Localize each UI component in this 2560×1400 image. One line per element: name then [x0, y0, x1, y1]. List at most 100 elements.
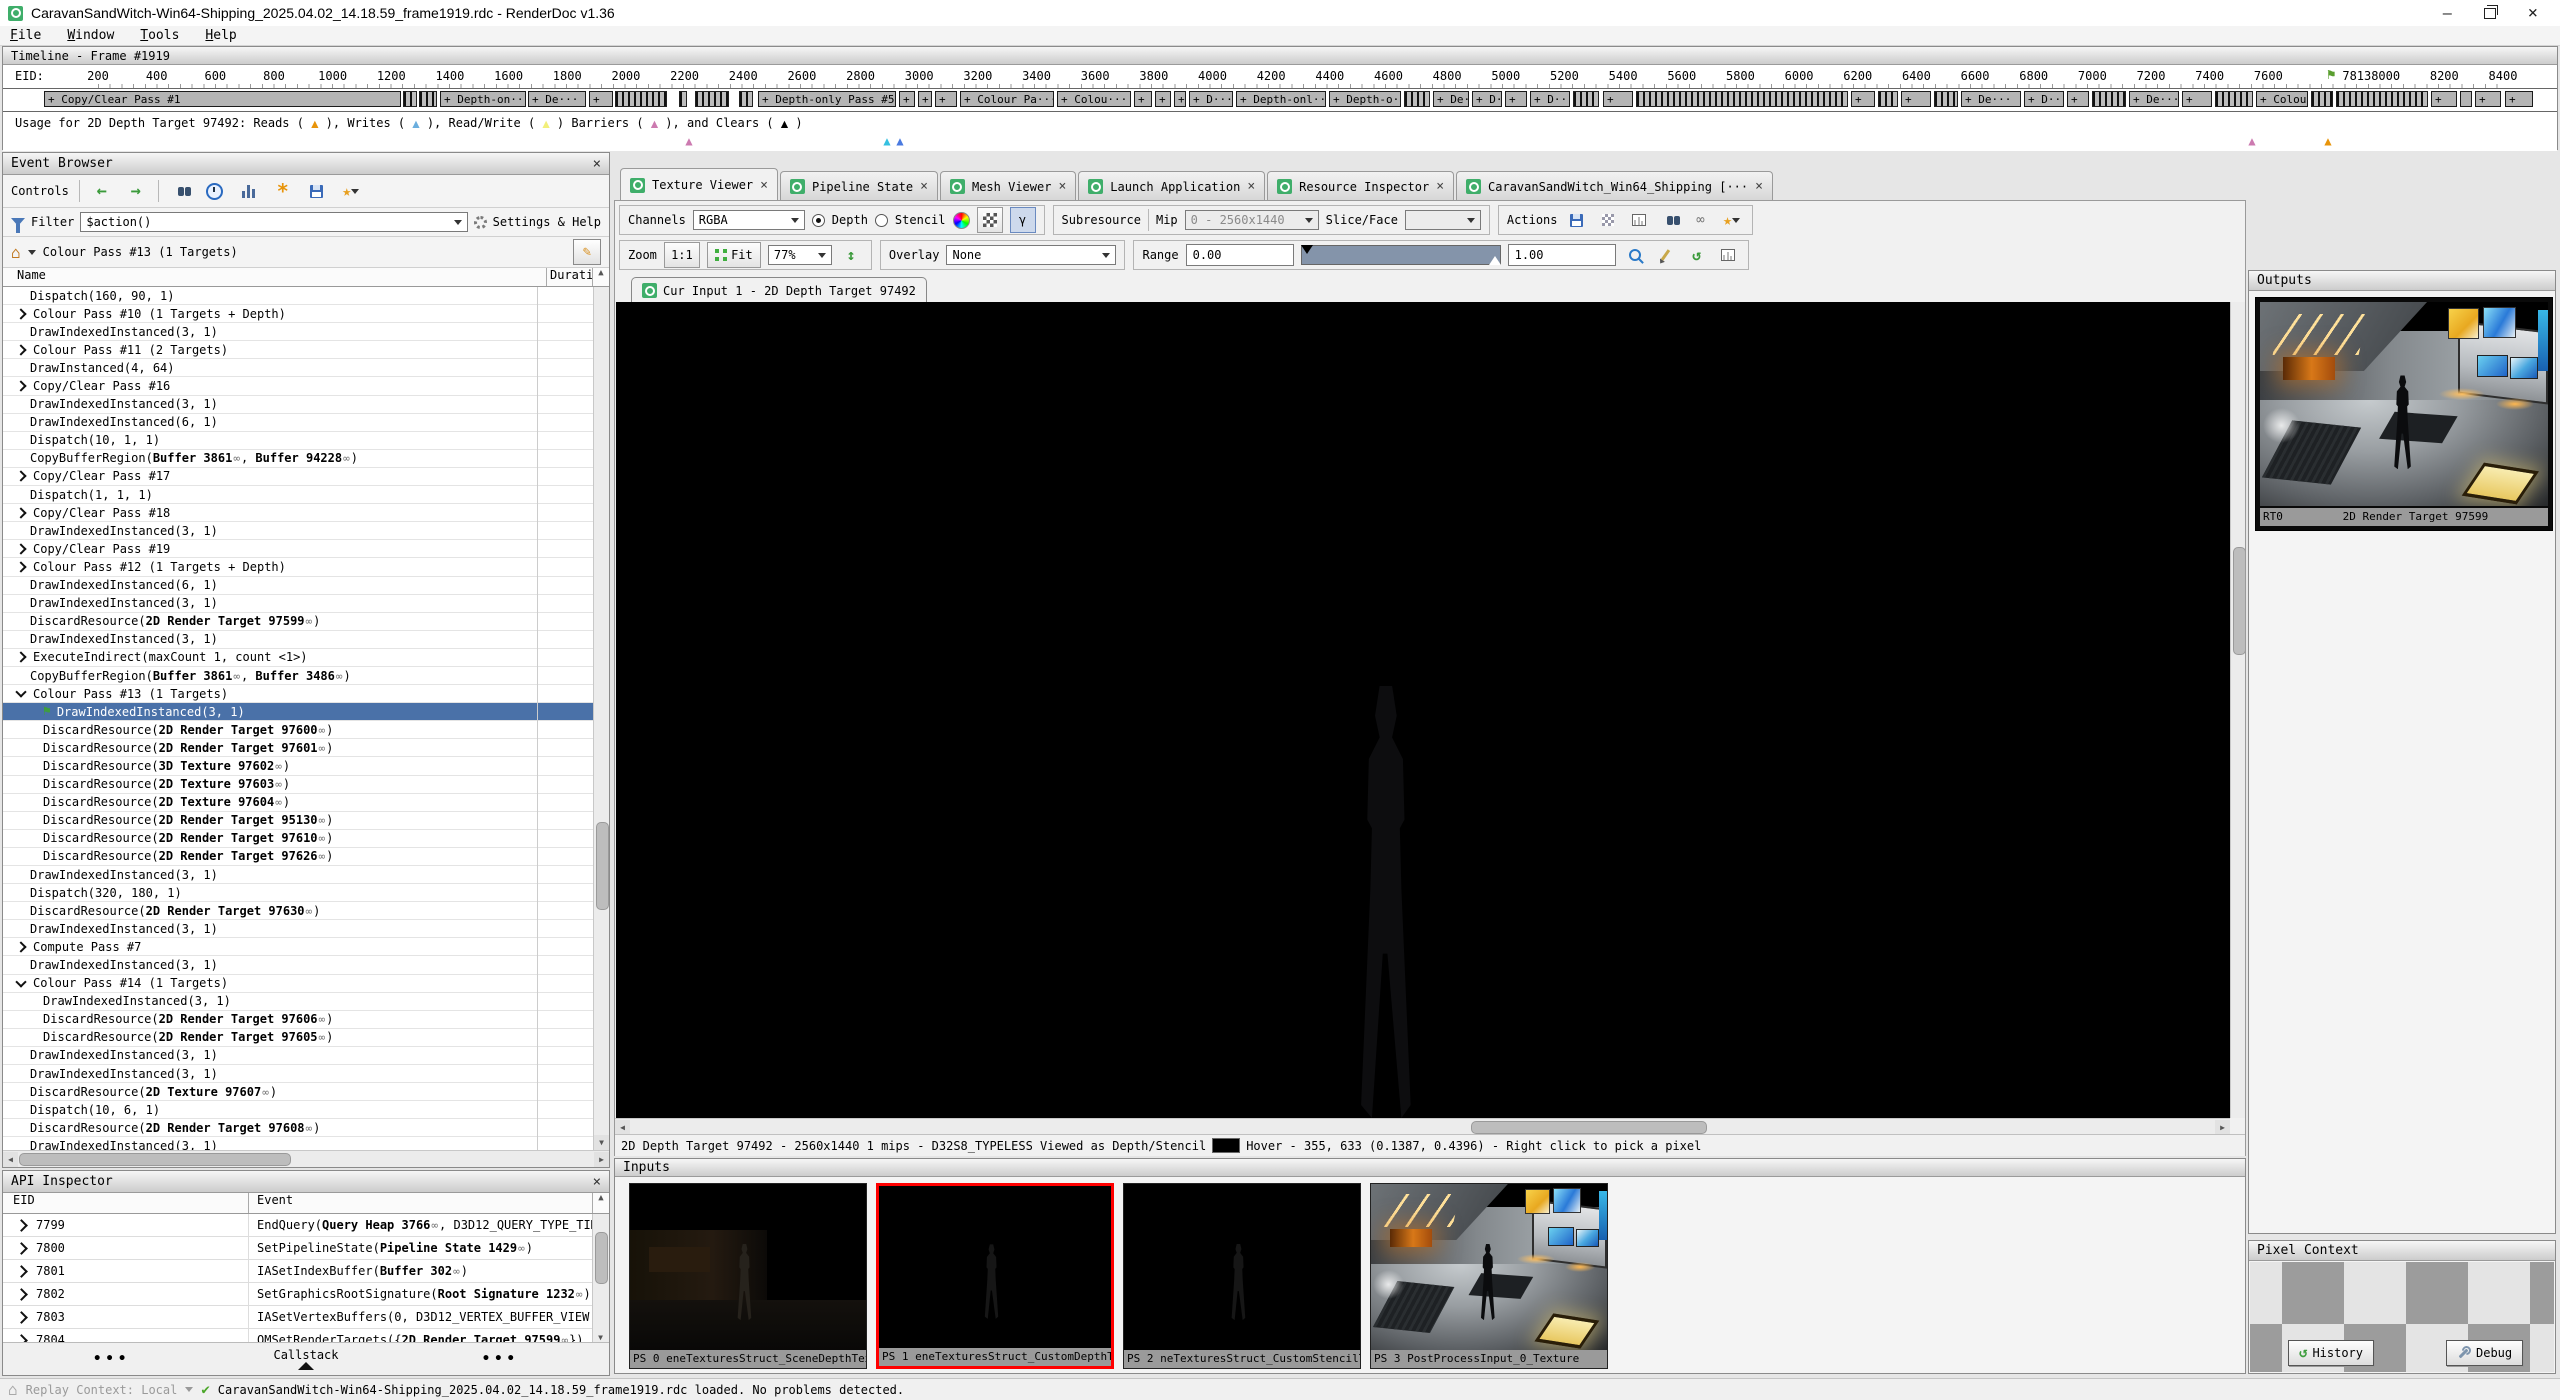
resource-link-icon[interactable]: ∞: [305, 1122, 314, 1135]
scroll-up-icon[interactable]: ▲: [592, 1193, 609, 1213]
expand-icon[interactable]: [15, 507, 26, 518]
zoom-1to1-button[interactable]: 1:1: [664, 242, 700, 268]
favourites-button[interactable]: ★: [339, 179, 363, 203]
event-row[interactable]: DrawIndexedInstanced(3, 1): [3, 1137, 593, 1150]
resource-link-icon[interactable]: ∞: [318, 850, 327, 863]
timeline-pass[interactable]: +: [2067, 91, 2089, 107]
timeline-pass[interactable]: +: [2475, 91, 2501, 107]
timeline-pass[interactable]: +: [2431, 91, 2457, 107]
event-row[interactable]: DiscardResource(2D Render Target 97610∞): [3, 830, 593, 848]
timeline-pass[interactable]: + De···: [1961, 91, 2021, 107]
event-row[interactable]: DiscardResource(2D Render Target 97605∞): [3, 1029, 593, 1047]
statistics-button[interactable]: [237, 179, 261, 203]
resource-link-icon[interactable]: ∞: [575, 1288, 584, 1301]
event-row[interactable]: ⚑DrawIndexedInstanced(3, 1): [3, 703, 593, 721]
checkerboard-background-button[interactable]: [977, 207, 1003, 233]
menu-file[interactable]: File: [10, 28, 41, 43]
timeline-pass[interactable]: + De···: [1433, 91, 1469, 107]
timeline-pass[interactable]: +: [2182, 91, 2212, 107]
api-inspector-header[interactable]: API Inspector ×: [3, 1171, 609, 1193]
close-icon[interactable]: ×: [593, 1174, 601, 1190]
menu-help[interactable]: Help: [205, 28, 236, 43]
scroll-up-icon[interactable]: ▲: [592, 268, 609, 286]
range-max-handle[interactable]: [1489, 256, 1501, 265]
fit-button[interactable]: Fit: [707, 242, 761, 268]
timeline-pass[interactable]: + D···: [1189, 91, 1233, 107]
api-call-row[interactable]: 7803IASetVertexBuffers(0, D3D12_VERTEX_B…: [3, 1306, 609, 1329]
event-row[interactable]: DrawIndexedInstanced(3, 1): [3, 866, 593, 884]
resource-link-icon[interactable]: ∞: [274, 796, 283, 809]
usage-marker-icon[interactable]: ▲: [2324, 134, 2331, 148]
resource-link-icon[interactable]: ∞: [430, 1219, 439, 1232]
replay-context-label[interactable]: Replay Context: Local: [26, 1383, 178, 1397]
resource-link-icon[interactable]: ∞: [305, 905, 314, 918]
resource-link-icon[interactable]: ∞: [318, 1013, 327, 1026]
event-row[interactable]: DiscardResource(2D Texture 97607∞): [3, 1083, 593, 1101]
expand-icon[interactable]: [15, 380, 26, 391]
api-vscrollbar[interactable]: ▼: [592, 1214, 609, 1342]
event-row[interactable]: Colour Pass #13 (1 Targets): [3, 685, 593, 703]
scrollbar-thumb[interactable]: [1471, 1121, 1707, 1134]
resource-link-icon[interactable]: ∞: [232, 670, 241, 683]
chevron-down-icon[interactable]: [28, 250, 36, 255]
event-row[interactable]: DrawIndexedInstanced(6, 1): [3, 577, 593, 595]
event-row[interactable]: Copy/Clear Pass #16: [3, 377, 593, 395]
close-icon[interactable]: ×: [1247, 179, 1255, 194]
event-row[interactable]: DiscardResource(2D Render Target 97600∞): [3, 721, 593, 739]
range-slider[interactable]: [1301, 245, 1501, 265]
copy-button[interactable]: [1596, 208, 1620, 232]
resource-link-icon[interactable]: ∞: [261, 1086, 270, 1099]
breadcrumb[interactable]: Colour Pass #13 (1 Targets): [43, 245, 238, 259]
usage-marker-icon[interactable]: ▲: [896, 134, 903, 148]
timeline-pass[interactable]: + Copy/Clear Pass #1: [44, 91, 401, 107]
reset-range-button[interactable]: ↺: [1685, 243, 1709, 267]
export-button[interactable]: [305, 179, 329, 203]
outputs-header[interactable]: Outputs: [2249, 271, 2555, 291]
expand-icon[interactable]: [15, 941, 26, 952]
close-icon[interactable]: ×: [1058, 179, 1066, 194]
close-button[interactable]: ×: [2528, 3, 2538, 23]
histogram-button[interactable]: [1716, 243, 1740, 267]
autofit-range-button[interactable]: [1623, 243, 1647, 267]
home-icon[interactable]: ⌂: [11, 243, 21, 262]
event-row[interactable]: Dispatch(1, 1, 1): [3, 486, 593, 504]
event-row[interactable]: Dispatch(10, 1, 1): [3, 432, 593, 450]
timeline-pass[interactable]: +: [899, 91, 915, 107]
timeline-pass[interactable]: +: [589, 91, 613, 107]
tab-resource-inspector[interactable]: Resource Inspector×: [1267, 171, 1454, 201]
save-texture-button[interactable]: [1565, 208, 1589, 232]
settings-help-label[interactable]: Settings & Help: [493, 215, 601, 229]
scrollbar-thumb[interactable]: [595, 1232, 608, 1284]
edit-bookmark-button[interactable]: ✎: [573, 239, 601, 265]
timeline-pass[interactable]: + Colou···: [2256, 91, 2308, 107]
timeline-pass[interactable]: + D···: [1472, 91, 1502, 107]
event-row[interactable]: DrawIndexedInstanced(3, 1): [3, 1047, 593, 1065]
api-call-row[interactable]: 7801IASetIndexBuffer(Buffer 302∞): [3, 1260, 609, 1283]
timeline-pass[interactable]: + D···: [1530, 91, 1570, 107]
timeline-barcode[interactable]: [615, 91, 667, 107]
expand-icon[interactable]: [15, 308, 26, 319]
scroll-right-icon[interactable]: ▶: [2215, 1120, 2230, 1135]
timeline-barcode[interactable]: [1573, 91, 1599, 107]
gear-icon[interactable]: [474, 216, 487, 229]
timeline-barcode[interactable]: [1878, 91, 1898, 107]
flip-y-button[interactable]: ↕: [839, 243, 863, 267]
event-row[interactable]: Colour Pass #11 (2 Targets): [3, 341, 593, 359]
expand-icon[interactable]: [15, 1219, 28, 1232]
event-row[interactable]: CopyBufferRegion(Buffer 3861∞, Buffer 94…: [3, 450, 593, 468]
close-icon[interactable]: ×: [760, 178, 768, 193]
api-call-row[interactable]: 7802SetGraphicsRootSignature(Root Signat…: [3, 1283, 609, 1306]
input-thumbnail[interactable]: PS 0 eneTexturesStruct_SceneDepthTextur: [629, 1183, 867, 1369]
event-row[interactable]: Colour Pass #14 (1 Targets): [3, 975, 593, 993]
resource-link-icon[interactable]: ∞: [335, 670, 344, 683]
usage-marker-icon[interactable]: ▲: [883, 134, 890, 148]
timeline-barcode[interactable]: [1636, 91, 1848, 107]
pixel-context-view[interactable]: ↺ History Debug: [2250, 1262, 2554, 1372]
resource-link-icon[interactable]: ∞: [274, 760, 283, 773]
column-duration[interactable]: Durati: [546, 268, 592, 286]
event-row[interactable]: DrawIndexedInstanced(3, 1): [3, 920, 593, 938]
resource-link-icon[interactable]: ∞: [452, 1265, 461, 1278]
history-button[interactable]: ↺ History: [2288, 1340, 2374, 1366]
scroll-down-icon[interactable]: ▼: [593, 1333, 608, 1342]
time-actions-button[interactable]: [203, 179, 227, 203]
